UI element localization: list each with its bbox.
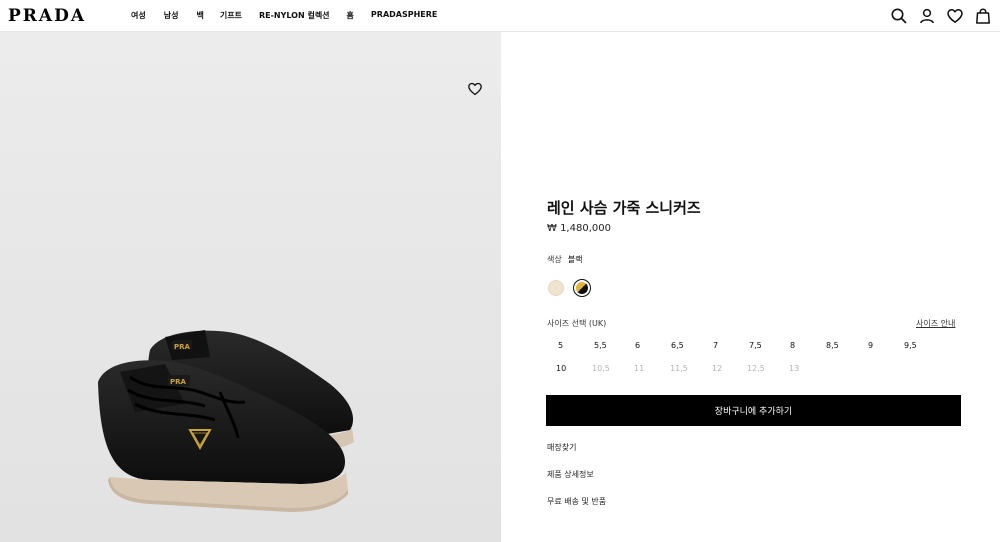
site-header: PRADA 여성 남성 백 기프트 RE-NYLON 컬렉션 홈 PRADASP… xyxy=(0,0,1000,32)
bag-icon[interactable] xyxy=(974,7,992,25)
size-option-unavailable[interactable]: 10,5 xyxy=(592,364,622,373)
nav-item-home[interactable]: 홈 xyxy=(347,10,354,21)
product-price: ₩ 1,480,000 xyxy=(547,223,611,234)
shipping-returns-link[interactable]: 무료 배송 및 반품 xyxy=(547,496,606,507)
swatch-black-fill xyxy=(576,282,588,294)
size-option-unavailable[interactable]: 13 xyxy=(789,364,819,373)
size-option[interactable]: 6,5 xyxy=(671,341,701,350)
product-image-sneakers: PRA PRA xyxy=(85,330,375,512)
size-option-unavailable[interactable]: 12 xyxy=(712,364,742,373)
size-label: 사이즈 선택 (UK) xyxy=(547,319,607,328)
size-guide-link[interactable]: 사이즈 안내 xyxy=(916,318,955,329)
product-image-panel: PRA PRA xyxy=(0,32,501,542)
size-option[interactable]: 9 xyxy=(868,341,898,350)
swatch-black-selected[interactable] xyxy=(573,279,591,297)
nav-item-women[interactable]: 여성 xyxy=(131,10,146,21)
size-option[interactable]: 5,5 xyxy=(594,341,624,350)
color-value: 블랙 xyxy=(567,255,583,264)
product-title: 레인 사슴 가죽 스니커즈 xyxy=(547,199,701,217)
add-to-cart-label: 장바구니에 추가하기 xyxy=(714,407,793,417)
nav-item-pradasphere[interactable]: PRADASPHERE xyxy=(371,10,437,21)
account-icon[interactable] xyxy=(918,7,936,25)
size-option-unavailable[interactable]: 11 xyxy=(634,364,664,373)
svg-text:PRA: PRA xyxy=(174,343,191,351)
add-to-cart-button[interactable]: 장바구니에 추가하기 xyxy=(546,395,961,426)
color-label: 색상 xyxy=(547,255,562,264)
size-option[interactable]: 8 xyxy=(790,341,820,350)
heart-icon[interactable] xyxy=(946,7,964,25)
swatch-cream[interactable] xyxy=(548,280,564,296)
nav-item-men[interactable]: 남성 xyxy=(164,10,179,21)
size-option[interactable]: 5 xyxy=(558,341,588,350)
size-option[interactable]: 9,5 xyxy=(904,341,934,350)
size-option[interactable]: 7,5 xyxy=(749,341,779,350)
svg-text:PRA: PRA xyxy=(170,378,187,386)
size-option[interactable]: 10 xyxy=(556,364,586,373)
nav-item-gifts[interactable]: 기프트 xyxy=(220,10,242,21)
nav-item-re-nylon[interactable]: RE-NYLON 컬렉션 xyxy=(259,10,330,21)
size-option-unavailable[interactable]: 11,5 xyxy=(670,364,700,373)
prada-logo[interactable]: PRADA xyxy=(8,6,86,26)
size-option-unavailable[interactable]: 12,5 xyxy=(747,364,777,373)
wishlist-heart-icon[interactable] xyxy=(467,81,483,97)
nav-item-bags[interactable]: 백 xyxy=(196,10,203,21)
color-row: 색상 블랙 xyxy=(547,254,582,265)
size-option[interactable]: 7 xyxy=(713,341,743,350)
search-icon[interactable] xyxy=(890,7,908,25)
size-option[interactable]: 6 xyxy=(635,341,665,350)
size-option[interactable]: 8,5 xyxy=(826,341,856,350)
product-details-link[interactable]: 제품 상세정보 xyxy=(547,469,594,480)
store-locator-link[interactable]: 매장찾기 xyxy=(547,442,576,453)
main-nav: 여성 남성 백 기프트 RE-NYLON 컬렉션 홈 PRADASPHERE xyxy=(131,10,437,21)
